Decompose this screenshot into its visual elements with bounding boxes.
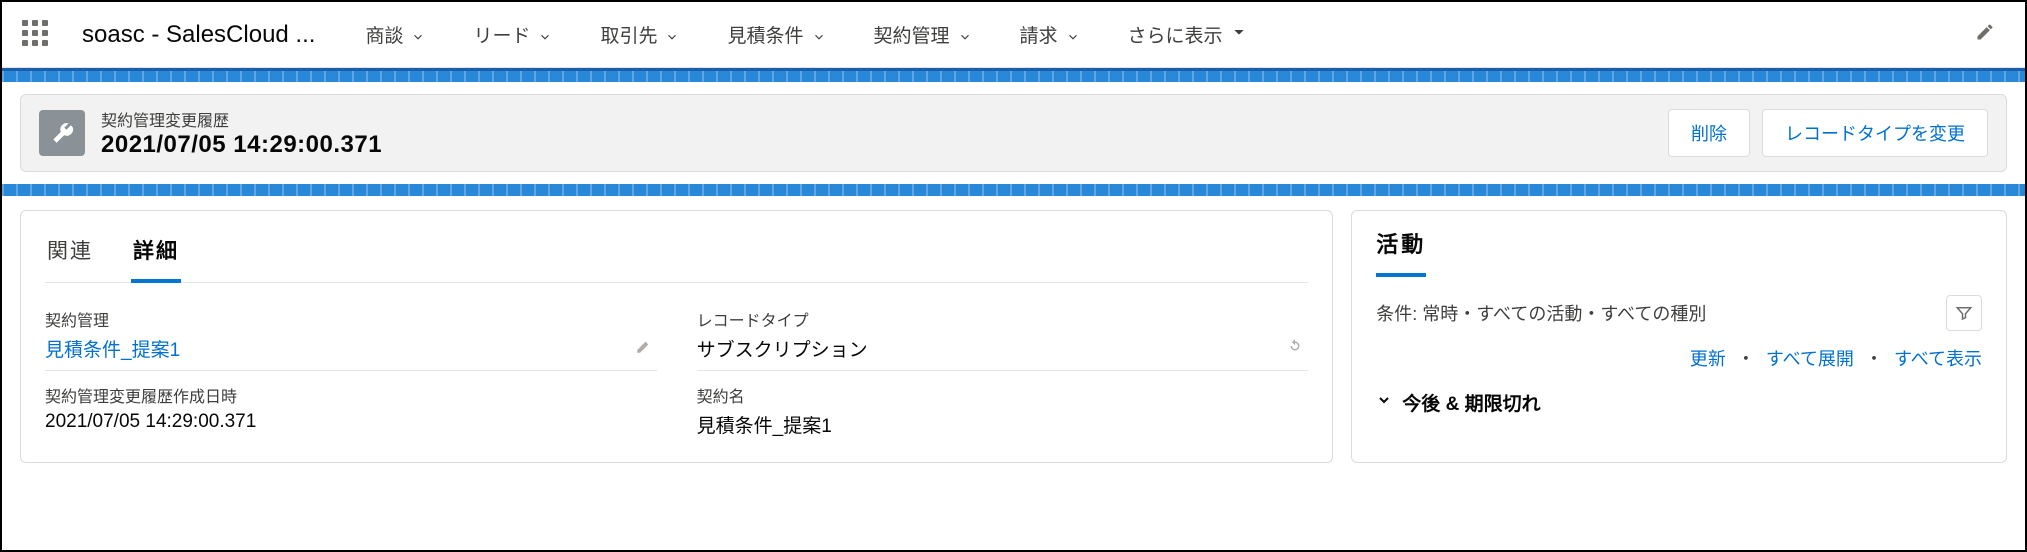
- nav-label: さらに表示: [1128, 21, 1223, 48]
- record-header: 契約管理変更履歴 2021/07/05 14:29:00.371 削除 レコード…: [20, 94, 2007, 172]
- field-contract-mgmt: 契約管理 見積条件_提案1: [45, 303, 657, 371]
- nav-label: 契約管理: [874, 21, 950, 48]
- pencil-icon[interactable]: [635, 337, 653, 360]
- tab-detail[interactable]: 詳細: [131, 227, 181, 283]
- nav-items: 商談 リード 取引先 見積条件 契約管理 請求 さらに表示: [365, 21, 1975, 48]
- nav-label: 取引先: [600, 21, 657, 48]
- activity-section-label: 今後 & 期限切れ: [1402, 389, 1540, 416]
- caret-down-icon: [1231, 24, 1247, 46]
- filter-icon[interactable]: [1946, 295, 1982, 331]
- chevron-down-icon: [411, 28, 425, 42]
- pattern-strip-lower: [2, 184, 2025, 196]
- edit-nav-icon[interactable]: [1975, 22, 1995, 47]
- pattern-strip: [2, 68, 2025, 82]
- field-created-at: 契約管理変更履歴作成日時 2021/07/05 14:29:00.371: [45, 379, 657, 446]
- field-label: レコードタイプ: [697, 307, 1309, 331]
- field-value: 2021/07/05 14:29:00.371: [45, 411, 657, 433]
- field-label: 契約管理: [45, 307, 657, 331]
- activity-link-row: 更新 ・ すべて展開 ・ すべて表示: [1376, 345, 1982, 371]
- field-value: 見積条件_提案1: [697, 411, 1309, 438]
- chevron-down-icon: [1376, 392, 1392, 414]
- nav-item-billing[interactable]: 請求: [1020, 21, 1080, 48]
- field-contract-name: 契約名 見積条件_提案1: [697, 379, 1309, 446]
- detail-card: 関連 詳細 契約管理 見積条件_提案1 レコードタイプ サブスクリプション 契約…: [20, 210, 1333, 463]
- nav-item-more[interactable]: さらに表示: [1128, 21, 1247, 48]
- activity-title: 活動: [1376, 227, 1426, 277]
- nav-label: 見積条件: [727, 21, 803, 48]
- field-label: 契約名: [697, 383, 1309, 407]
- chevron-down-icon: [538, 28, 552, 42]
- nav-label: リード: [473, 21, 530, 48]
- nav-item-quote-condition[interactable]: 見積条件: [727, 21, 825, 48]
- delete-button[interactable]: 削除: [1668, 109, 1750, 157]
- detail-grid: 契約管理 見積条件_提案1 レコードタイプ サブスクリプション 契約管理変更履歴…: [45, 303, 1308, 446]
- nav-item-lead[interactable]: リード: [473, 21, 552, 48]
- wrench-icon: [39, 110, 85, 156]
- chevron-down-icon: [812, 28, 826, 42]
- activity-card: 活動 条件: 常時・すべての活動・すべての種別 更新 ・ すべて展開 ・ すべて…: [1351, 210, 2007, 463]
- show-all-link[interactable]: すべて表示: [1894, 349, 1982, 369]
- separator: ・: [1737, 349, 1755, 369]
- refresh-link[interactable]: 更新: [1690, 349, 1726, 369]
- activity-section-toggle[interactable]: 今後 & 期限切れ: [1376, 389, 1982, 416]
- nav-item-account[interactable]: 取引先: [600, 21, 679, 48]
- main-columns: 関連 詳細 契約管理 見積条件_提案1 レコードタイプ サブスクリプション 契約…: [2, 196, 2025, 463]
- record-object-label: 契約管理変更履歴: [101, 107, 1652, 131]
- record-title-block: 契約管理変更履歴 2021/07/05 14:29:00.371: [101, 107, 1652, 159]
- chevron-down-icon: [665, 28, 679, 42]
- nav-label: 商談: [365, 21, 403, 48]
- tabs: 関連 詳細: [45, 227, 1308, 283]
- field-record-type: レコードタイプ サブスクリプション: [697, 303, 1309, 371]
- chevron-down-icon: [1066, 28, 1080, 42]
- activity-filter-text: 条件: 常時・すべての活動・すべての種別: [1376, 300, 1706, 326]
- global-nav: soasc - SalesCloud ... 商談 リード 取引先 見積条件 契…: [2, 2, 2025, 68]
- app-name: soasc - SalesCloud ...: [82, 21, 315, 49]
- expand-all-link[interactable]: すべて展開: [1766, 349, 1854, 369]
- field-value-link[interactable]: 見積条件_提案1: [45, 335, 657, 362]
- separator: ・: [1865, 349, 1883, 369]
- nav-item-opportunity[interactable]: 商談: [365, 21, 425, 48]
- app-launcher-icon[interactable]: [22, 20, 52, 50]
- nav-item-contract-mgmt[interactable]: 契約管理: [874, 21, 972, 48]
- activity-filter-row: 条件: 常時・すべての活動・すべての種別: [1376, 295, 1982, 331]
- field-label: 契約管理変更履歴作成日時: [45, 383, 657, 407]
- header-actions: 削除 レコードタイプを変更: [1668, 109, 1988, 157]
- refresh-icon[interactable]: [1286, 337, 1304, 360]
- field-value: サブスクリプション: [697, 335, 1309, 362]
- change-record-type-button[interactable]: レコードタイプを変更: [1762, 109, 1988, 157]
- chevron-down-icon: [958, 28, 972, 42]
- nav-label: 請求: [1020, 21, 1058, 48]
- record-title: 2021/07/05 14:29:00.371: [101, 131, 1652, 159]
- tab-related[interactable]: 関連: [45, 227, 95, 283]
